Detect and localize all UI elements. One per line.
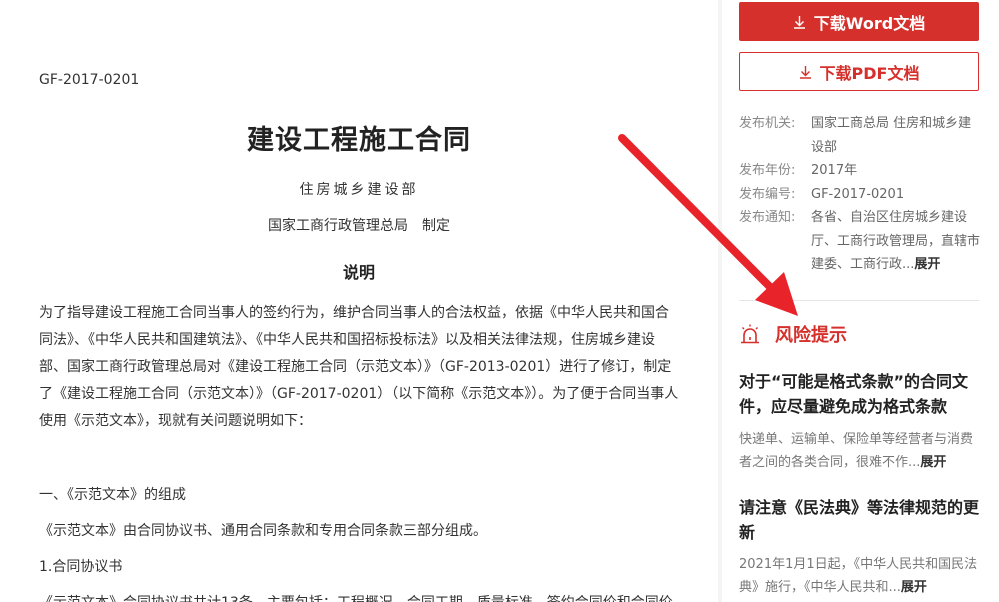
expand-link[interactable]: 展开 — [914, 257, 940, 272]
meta-key: 发布机关: — [739, 116, 796, 131]
meta-value: 各省、自治区住房城乡建设厅、工商行政管理局，直辖市建委、工商行政...展开 — [811, 206, 984, 277]
meta-row-issuer: 发布机关: 国家工商总局 住房和城乡建设部 — [739, 112, 984, 159]
document-code: GF-2017-0201 — [39, 72, 140, 88]
download-word-label: 下载Word文档 — [813, 13, 926, 33]
meta-key: 发布年份: — [739, 163, 796, 178]
intro-paragraph: 为了指导建设工程施工合同当事人的签约行为，维护合同当事人的合法权益，依据《中华人… — [39, 305, 679, 429]
divider — [739, 300, 979, 301]
notice-text: 各省、自治区住房城乡建设厅、工商行政管理局，直辖市建委、工商行政... — [811, 210, 981, 272]
document-viewer: GF-2017-0201 建设工程施工合同 住房城乡建设部 国家工商行政管理总局… — [0, 0, 718, 602]
risk-title: 风险提示 — [775, 325, 847, 346]
download-pdf-label: 下载PDF文档 — [819, 63, 920, 83]
body-line: 《示范文本》由合同协议书、通用合同条款和专用合同条款三部分组成。 — [39, 523, 487, 539]
expand-link[interactable]: 展开 — [901, 580, 927, 595]
meta-value: 2017年 — [811, 163, 858, 178]
risk-item-desc: 快递单、运输单、保险单等经营者与消费者之间的各类合同，很难不作...展开 — [739, 428, 982, 474]
meta-key: 发布通知: — [739, 210, 796, 225]
issuer-name: 国家工商行政管理总局 — [268, 218, 408, 234]
body-line: 《示范文本》合同协议书共计13条，主要包括：工程概况、合同工期、质量标准、签约合… — [39, 592, 673, 602]
expand-link[interactable]: 展开 — [920, 455, 946, 470]
body-line: 一、《示范文本》的组成 — [39, 487, 186, 503]
alarm-icon — [741, 324, 759, 344]
download-icon — [793, 15, 805, 29]
meta-value: 国家工商总局 住房和城乡建设部 — [811, 116, 972, 155]
sidebar: 下载Word文档 下载PDF文档 发布机关: 国家工商总局 住房和城乡建设部 发… — [722, 0, 999, 602]
meta-row-year: 发布年份: 2017年 — [739, 159, 984, 183]
risk-item-title[interactable]: 请注意《民法典》等法律规范的更新 — [739, 495, 982, 545]
issuer-line-1: 住房城乡建设部 — [299, 182, 419, 198]
risk-item-desc: 2021年1月1日起，《中华人民共和国民法典》施行，《中华人民共和...展开 — [739, 553, 982, 599]
download-icon — [799, 65, 811, 79]
meta-row-notice: 发布通知: 各省、自治区住房城乡建设厅、工商行政管理局，直辖市建委、工商行政..… — [739, 206, 984, 277]
body-line: 1.合同协议书 — [39, 559, 123, 575]
document-meta: 发布机关: 国家工商总局 住房和城乡建设部 发布年份: 2017年 发布编号: … — [739, 112, 984, 277]
download-word-button[interactable]: 下载Word文档 — [739, 2, 979, 41]
download-pdf-button[interactable]: 下载PDF文档 — [739, 52, 979, 91]
issuer-suffix: 制定 — [422, 218, 450, 234]
document-title: 建设工程施工合同 — [247, 125, 471, 156]
section-title: 说明 — [342, 263, 375, 282]
risk-item-summary: 2021年1月1日起，《中华人民共和国民法典》施行，《中华人民共和... — [739, 557, 978, 595]
meta-key: 发布编号: — [739, 186, 796, 202]
meta-row-number: 发布编号: GF-2017-0201 — [739, 183, 984, 207]
risk-item-title[interactable]: 对于“可能是格式条款”的合同文件，应尽量避免成为格式条款 — [739, 369, 982, 419]
meta-value: GF-2017-0201 — [811, 186, 905, 202]
issuer-line-2: 国家工商行政管理总局 制定 — [0, 215, 718, 235]
risk-header: 风险提示 — [739, 321, 847, 347]
